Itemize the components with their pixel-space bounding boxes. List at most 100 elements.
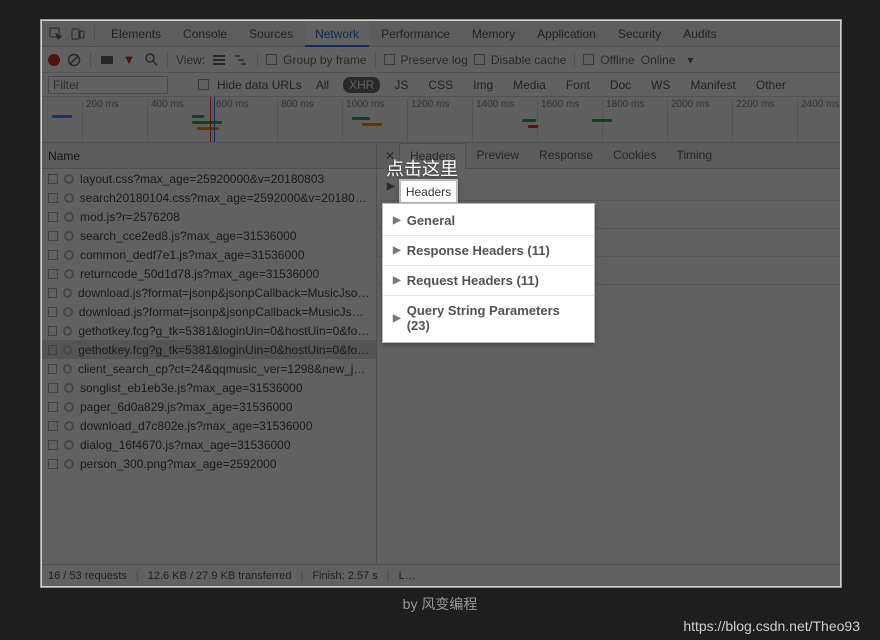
request-row[interactable]: search_cce2ed8.js?max_age=31536000	[42, 226, 376, 245]
detail-tab-timing[interactable]: Timing	[666, 143, 722, 169]
resource-type-icon	[63, 326, 72, 336]
request-row[interactable]: gethotkey.fcg?g_tk=5381&loginUin=0&hostU…	[42, 321, 376, 340]
resource-type-icon	[64, 269, 74, 279]
tab-network[interactable]: Network	[305, 21, 369, 47]
row-checkbox[interactable]	[48, 231, 58, 241]
request-name: returncode_50d1d78.js?max_age=31536000	[80, 267, 319, 281]
resource-type-icon	[64, 250, 74, 260]
row-checkbox[interactable]	[48, 459, 58, 469]
request-row[interactable]: returncode_50d1d78.js?max_age=31536000	[42, 264, 376, 283]
detail-tab-cookies[interactable]: Cookies	[603, 143, 666, 169]
type-js[interactable]: JS	[388, 77, 414, 93]
type-all[interactable]: All	[310, 77, 335, 93]
hl-section-response-headers[interactable]: ▶Response Headers (11)	[383, 236, 594, 266]
clear-icon[interactable]	[66, 52, 82, 68]
request-name: search_cce2ed8.js?max_age=31536000	[80, 229, 297, 243]
tab-console[interactable]: Console	[173, 21, 237, 47]
row-checkbox[interactable]	[48, 174, 58, 184]
row-checkbox[interactable]	[48, 421, 58, 431]
request-row[interactable]: layout.css?max_age=25920000&v=20180803	[42, 169, 376, 188]
tab-application[interactable]: Application	[527, 21, 606, 47]
resource-type-icon	[64, 193, 74, 203]
type-doc[interactable]: Doc	[604, 77, 637, 93]
group-by-frame-checkbox[interactable]	[266, 54, 277, 65]
request-row[interactable]: person_300.png?max_age=2592000	[42, 454, 376, 473]
tab-sources[interactable]: Sources	[239, 21, 303, 47]
resource-type-icon	[64, 421, 74, 431]
record-icon[interactable]	[48, 54, 60, 66]
row-checkbox[interactable]	[48, 269, 58, 279]
row-checkbox[interactable]	[48, 307, 57, 317]
hl-section-request-headers[interactable]: ▶Request Headers (11)	[383, 266, 594, 296]
disclosure-triangle-icon: ▶	[393, 245, 401, 256]
tab-elements[interactable]: Elements	[101, 21, 171, 47]
hide-data-urls-checkbox[interactable]	[198, 79, 209, 90]
request-row[interactable]: search20180104.css?max_age=2592000&v=201…	[42, 188, 376, 207]
type-font[interactable]: Font	[560, 77, 596, 93]
detail-tab-preview[interactable]: Preview	[466, 143, 529, 169]
disable-cache-checkbox[interactable]	[474, 54, 485, 65]
highlight-headers-tab[interactable]: Headers	[400, 180, 457, 203]
hl-section-general[interactable]: ▶General	[383, 206, 594, 236]
device-toggle-icon[interactable]	[68, 24, 88, 44]
request-name: client_search_cp?ct=24&qqmusic_ver=1298&…	[78, 362, 370, 376]
group-by-frame-label: Group by frame	[283, 53, 366, 67]
type-manifest[interactable]: Manifest	[685, 77, 742, 93]
request-name: layout.css?max_age=25920000&v=20180803	[80, 172, 324, 186]
request-row[interactable]: download.js?format=jsonp&jsonpCallback=M…	[42, 283, 376, 302]
request-row[interactable]: pager_6d0a829.js?max_age=31536000	[42, 397, 376, 416]
row-checkbox[interactable]	[48, 250, 58, 260]
request-row[interactable]: download.js?format=jsonp&jsonpCallback=M…	[42, 302, 376, 321]
resource-type-icon	[64, 231, 74, 241]
resource-type-icon	[64, 440, 74, 450]
row-checkbox[interactable]	[48, 345, 57, 355]
type-media[interactable]: Media	[507, 77, 552, 93]
name-column-header[interactable]: Name	[42, 143, 376, 169]
row-checkbox[interactable]	[48, 383, 58, 393]
request-name: download_d7c802e.js?max_age=31536000	[80, 419, 313, 433]
request-row[interactable]: common_dedf7e1.js?max_age=31536000	[42, 245, 376, 264]
request-row[interactable]: client_search_cp?ct=24&qqmusic_ver=1298&…	[42, 359, 376, 378]
row-checkbox[interactable]	[48, 193, 58, 203]
search-icon[interactable]	[143, 52, 159, 68]
row-checkbox[interactable]	[48, 440, 58, 450]
request-list[interactable]: layout.css?max_age=25920000&v=20180803se…	[42, 169, 376, 564]
row-checkbox[interactable]	[48, 364, 57, 374]
preserve-log-checkbox[interactable]	[384, 54, 395, 65]
hl-section-query-string[interactable]: ▶Query String Parameters (23)	[383, 296, 594, 340]
request-name: download.js?format=jsonp&jsonpCallback=M…	[78, 286, 370, 300]
request-row[interactable]: mod.js?r=2576208	[42, 207, 376, 226]
capture-screenshot-icon[interactable]	[99, 52, 115, 68]
tab-security[interactable]: Security	[608, 21, 671, 47]
tick: 1400 ms	[472, 99, 514, 143]
resource-type-icon	[63, 345, 72, 355]
filter-toggle-icon[interactable]: ▼	[121, 52, 137, 68]
type-ws[interactable]: WS	[645, 77, 676, 93]
request-row[interactable]: download_d7c802e.js?max_age=31536000	[42, 416, 376, 435]
type-css[interactable]: CSS	[422, 77, 459, 93]
online-select[interactable]: Online	[641, 53, 676, 67]
resource-type-icon	[64, 383, 74, 393]
offline-checkbox[interactable]	[583, 54, 594, 65]
request-row[interactable]: dialog_16f4670.js?max_age=31536000	[42, 435, 376, 454]
type-xhr[interactable]: XHR	[343, 77, 380, 93]
waterfall-overview[interactable]: 200 ms 400 ms 600 ms 800 ms 1000 ms 1200…	[42, 97, 840, 143]
view-list-icon[interactable]	[211, 52, 227, 68]
filter-input[interactable]	[48, 76, 168, 94]
row-checkbox[interactable]	[48, 402, 58, 412]
tab-performance[interactable]: Performance	[371, 21, 460, 47]
row-checkbox[interactable]	[48, 288, 57, 298]
row-checkbox[interactable]	[48, 326, 57, 336]
request-row[interactable]: gethotkey.fcg?g_tk=5381&loginUin=0&hostU…	[42, 340, 376, 359]
type-other[interactable]: Other	[750, 77, 792, 93]
view-waterfall-icon[interactable]	[233, 52, 249, 68]
row-checkbox[interactable]	[48, 212, 58, 222]
tab-memory[interactable]: Memory	[462, 21, 525, 47]
inspect-icon[interactable]	[46, 24, 66, 44]
throttling-dropdown-icon[interactable]: ▾	[681, 53, 699, 67]
request-row[interactable]: songlist_eb1eb3e.js?max_age=31536000	[42, 378, 376, 397]
tab-audits[interactable]: Audits	[673, 21, 726, 47]
request-name: songlist_eb1eb3e.js?max_age=31536000	[80, 381, 303, 395]
type-img[interactable]: Img	[467, 77, 499, 93]
detail-tab-response[interactable]: Response	[529, 143, 603, 169]
